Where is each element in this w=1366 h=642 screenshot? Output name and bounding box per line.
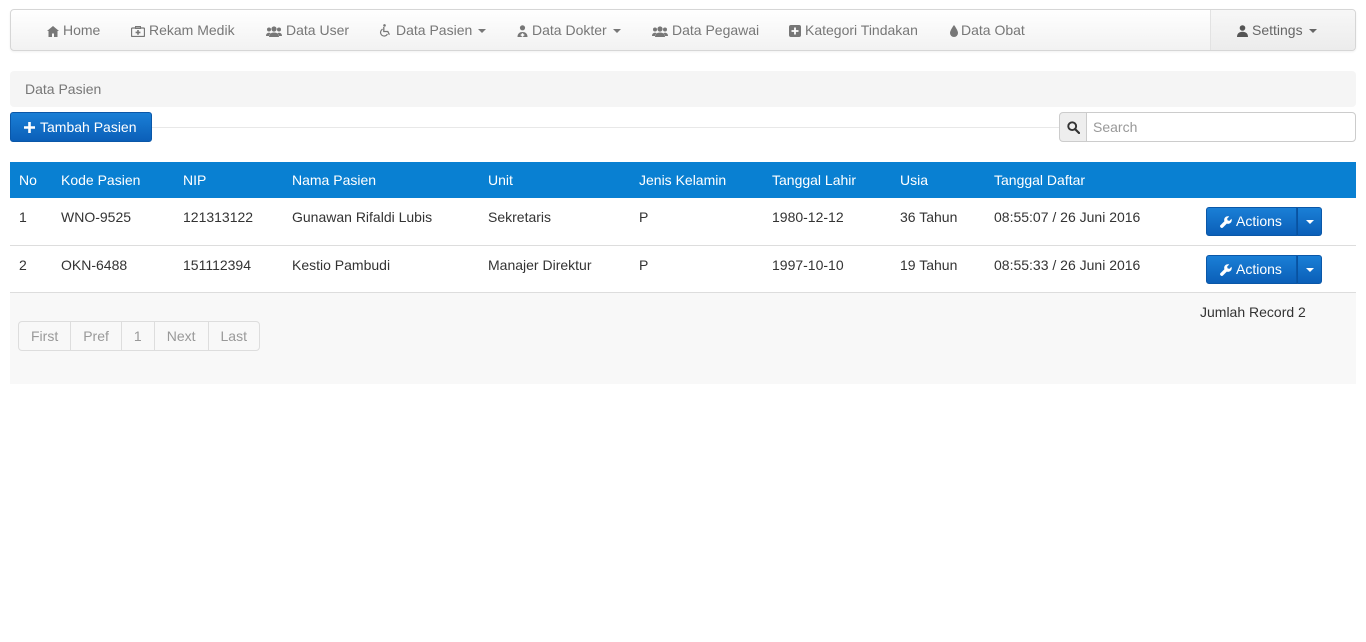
cell-nama-pasien: Kestio Pambudi [292, 256, 391, 273]
search-addon[interactable] [1059, 112, 1087, 142]
user-icon [1237, 12, 1248, 52]
nav-data-obat-label: Data Obat [961, 22, 1025, 38]
wrench-icon [1220, 258, 1232, 285]
cell-kode-pasien: WNO-9525 [61, 209, 132, 225]
breadcrumb: Data Pasien [10, 71, 1356, 107]
chevron-down-icon [612, 29, 621, 33]
pasien-table-wrap: No Kode Pasien NIP Nama Pasien Unit Jeni… [10, 162, 1356, 293]
nav-home[interactable]: Home [47, 10, 100, 50]
nav-data-pasien-label: Data Pasien [396, 22, 473, 38]
nav-kategori-tindakan[interactable]: Kategori Tindakan [789, 10, 918, 50]
add-pasien-label: Tambah Pasien [40, 119, 137, 135]
nav-data-pegawai[interactable]: Data Pegawai [652, 10, 759, 50]
nav-home-label: Home [63, 22, 101, 38]
col-header-actions [1191, 162, 1356, 198]
chevron-down-icon [1308, 29, 1317, 33]
table-row: 2 OKN-6488 151112394 Kestio Pambudi Mana… [10, 245, 1356, 292]
nav-data-user-label: Data User [286, 22, 350, 38]
cell-nip: 121313122 [183, 209, 254, 225]
settings-area: Settings [1210, 10, 1355, 50]
breadcrumb-current: Data Pasien [25, 81, 102, 97]
cell-actions: Actions [1191, 245, 1356, 292]
cell-unit: Manajer Direktur [488, 256, 592, 273]
page-number[interactable]: 1 [120, 321, 155, 351]
table-header-row: No Kode Pasien NIP Nama Pasien Unit Jeni… [10, 162, 1356, 198]
cell-unit: Sekretaris [488, 209, 552, 225]
doctor-icon [517, 12, 528, 52]
col-header-kode-pasien[interactable]: Kode Pasien [52, 162, 174, 198]
cell-usia: 19 Tahun [900, 256, 958, 273]
home-icon [47, 12, 59, 52]
nav-rekam-medik[interactable]: Rekam Medik [130, 10, 235, 52]
col-header-tanggal-lahir[interactable]: Tanggal Lahir [763, 162, 891, 198]
cell-no: 2 [19, 256, 27, 273]
medkit-icon [130, 12, 146, 52]
wheelchair-icon [379, 12, 392, 52]
actions-dropdown-toggle[interactable] [1297, 254, 1322, 284]
actions-label: Actions [1236, 213, 1282, 229]
nav-data-obat[interactable]: Data Obat [950, 10, 1025, 50]
cell-kode-pasien: OKN-6488 [61, 256, 128, 273]
pagination: First Pref 1 Next Last [18, 321, 260, 351]
col-header-nama-pasien[interactable]: Nama Pasien [283, 162, 479, 198]
toolbar-divider [152, 127, 1060, 128]
tint-icon [950, 12, 958, 52]
nav-kategori-tindakan-label: Kategori Tindakan [805, 22, 918, 38]
actions-dropdown-toggle[interactable] [1297, 207, 1322, 236]
caret-down-icon [1306, 220, 1314, 224]
cell-tanggal-daftar: 08:55:07 / 26 Juni 2016 [994, 209, 1141, 225]
search-input[interactable] [1086, 112, 1356, 142]
nav-rekam-medik-label: Rekam Medik [149, 22, 235, 38]
page-first[interactable]: First [18, 321, 72, 351]
page-next[interactable]: Next [153, 321, 209, 351]
cell-nip: 151112394 [183, 256, 251, 273]
cell-jenis-kelamin: P [639, 209, 649, 225]
actions-label: Actions [1236, 260, 1282, 277]
cell-no: 1 [19, 209, 27, 225]
col-header-no[interactable]: No [10, 162, 52, 198]
caret-down-icon [1306, 267, 1314, 272]
pasien-table: No Kode Pasien NIP Nama Pasien Unit Jeni… [10, 162, 1356, 293]
actions-button[interactable]: Actions [1206, 207, 1297, 236]
page-last[interactable]: Last [207, 321, 260, 351]
col-header-jenis-kelamin[interactable]: Jenis Kelamin [630, 162, 763, 198]
add-pasien-button[interactable]: Tambah Pasien [10, 112, 152, 142]
nav-data-dokter[interactable]: Data Dokter [517, 10, 621, 50]
actions-button-group: Actions [1206, 207, 1322, 236]
nav-settings[interactable]: Settings [1237, 10, 1317, 50]
actions-button-group: Actions [1206, 254, 1322, 285]
nav-settings-label: Settings [1252, 22, 1303, 38]
cell-jenis-kelamin: P [639, 256, 649, 273]
nav-data-pasien[interactable]: Data Pasien [379, 10, 487, 52]
actions-button[interactable]: Actions [1206, 254, 1297, 285]
search-icon [1067, 121, 1081, 137]
search-group [1059, 112, 1356, 142]
table-footer: Jumlah Record 2 First Pref 1 Next Last [10, 293, 1356, 384]
col-header-tanggal-daftar[interactable]: Tanggal Daftar [985, 162, 1191, 198]
users-icon [652, 12, 668, 52]
cell-nama-pasien: Gunawan Rifaldi Lubis [292, 209, 433, 225]
cell-usia: 36 Tahun [900, 209, 958, 225]
col-header-unit[interactable]: Unit [479, 162, 630, 198]
top-navbar: Home Rekam Medik Data User Data Pasien D… [10, 9, 1356, 51]
cell-tanggal-lahir: 1997-10-10 [772, 256, 844, 273]
nav-data-dokter-label: Data Dokter [532, 22, 607, 38]
cell-actions: Actions [1191, 198, 1356, 245]
page-prev[interactable]: Pref [70, 321, 122, 351]
col-header-nip[interactable]: NIP [174, 162, 283, 198]
plus-square-icon [789, 12, 801, 52]
nav-data-user[interactable]: Data User [266, 10, 349, 50]
cell-tanggal-lahir: 1980-12-12 [772, 209, 844, 225]
nav-data-pegawai-label: Data Pegawai [672, 22, 760, 38]
record-count: Jumlah Record 2 [1200, 304, 1306, 320]
table-row: 1 WNO-9525 121313122 Gunawan Rifaldi Lub… [10, 198, 1356, 245]
cell-tanggal-daftar: 08:55:33 / 26 Juni 2016 [994, 256, 1141, 273]
plus-icon [24, 115, 35, 143]
chevron-down-icon [478, 29, 487, 33]
users-icon [266, 12, 282, 52]
wrench-icon [1220, 210, 1232, 237]
col-header-usia[interactable]: Usia [891, 162, 985, 198]
